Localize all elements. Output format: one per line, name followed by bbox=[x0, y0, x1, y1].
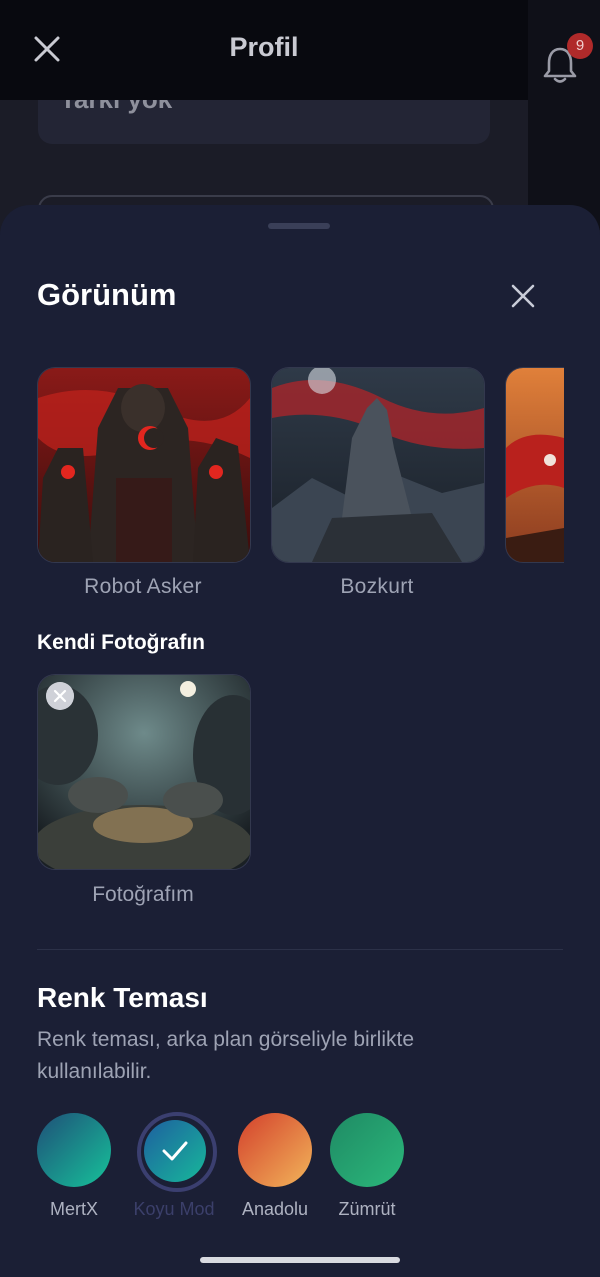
background-option-bozkurt[interactable] bbox=[271, 367, 485, 563]
background-option-partial[interactable] bbox=[505, 367, 564, 563]
background-option-robot-asker[interactable] bbox=[37, 367, 251, 563]
theme-label: Anadolu bbox=[241, 1199, 309, 1219]
check-icon bbox=[162, 1141, 188, 1161]
theme-swatch-anadolu[interactable] bbox=[238, 1113, 312, 1187]
background-right-panel bbox=[528, 0, 600, 230]
notification-badge: 9 bbox=[567, 33, 593, 59]
background-option-label: Robot Asker bbox=[84, 575, 202, 598]
theme-label: MertX bbox=[49, 1199, 98, 1219]
sheet-title: Görünüm bbox=[37, 277, 177, 312]
flag-sunset-image bbox=[506, 368, 564, 562]
close-icon[interactable] bbox=[508, 281, 538, 311]
theme-swatch-mertx[interactable] bbox=[37, 1113, 111, 1187]
page-title: Profil bbox=[229, 32, 299, 62]
remove-icon[interactable] bbox=[46, 682, 74, 710]
home-indicator[interactable] bbox=[200, 1257, 400, 1263]
divider bbox=[37, 949, 563, 950]
color-theme-title: Renk Teması bbox=[37, 982, 208, 1013]
theme-label: Koyu Mod bbox=[133, 1199, 215, 1219]
theme-swatch-koyu-mod[interactable] bbox=[144, 1120, 206, 1182]
theme-label: Zümrüt bbox=[338, 1199, 396, 1219]
background-option-label: Bozkurt bbox=[340, 575, 414, 598]
color-theme-description: Renk teması, arka plan görseliyle birlik… bbox=[37, 1028, 414, 1083]
grey-wolf-flag-image bbox=[272, 368, 484, 562]
own-photo-section-title: Kendi Fotoğrafın bbox=[37, 631, 205, 654]
robot-soldier-flag-image bbox=[38, 368, 250, 562]
drag-handle[interactable] bbox=[268, 223, 330, 229]
theme-swatch-zumrut[interactable] bbox=[330, 1113, 404, 1187]
own-photo-label: Fotoğrafım bbox=[92, 883, 194, 906]
